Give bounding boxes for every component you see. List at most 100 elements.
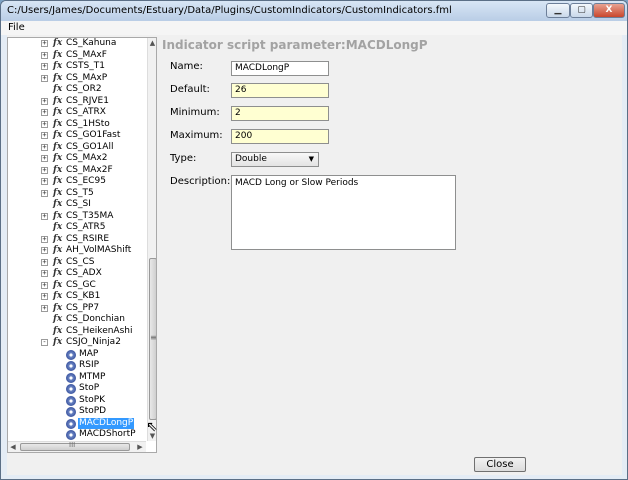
tree-item-label: CS_Kahuna xyxy=(66,38,117,48)
default-field[interactable]: 26 xyxy=(231,83,329,98)
tree-indicator-item[interactable]: + fx CS_GC xyxy=(8,280,146,292)
tree-indicator-item[interactable]: + fx CS_MAx2 xyxy=(8,153,146,165)
tree-indicator-item[interactable]: + fx AH_VolMAShift xyxy=(8,245,146,257)
minimum-field[interactable]: 2 xyxy=(231,106,329,121)
tree-indicator-item[interactable]: + fx CSTS_T1 xyxy=(8,61,146,73)
tree-item-label: CS_OR2 xyxy=(66,84,102,94)
tree-indicator-item[interactable]: + fx CS_PP7 xyxy=(8,303,146,315)
expand-icon[interactable]: + xyxy=(41,51,48,59)
expand-icon[interactable]: + xyxy=(41,247,48,254)
expand-icon[interactable]: + xyxy=(41,155,48,162)
expand-icon[interactable]: + xyxy=(41,212,48,220)
expand-icon[interactable]: + xyxy=(41,40,48,47)
type-select[interactable]: Double ▼ xyxy=(231,152,319,167)
function-icon: fx xyxy=(53,164,63,175)
tree-indicator-item[interactable]: + fx CS_1HSto xyxy=(8,119,146,131)
scroll-left-arrow-icon[interactable]: ◀ xyxy=(8,442,18,452)
tree-item-label: CS_MAx2F xyxy=(66,164,113,175)
function-icon: fx xyxy=(53,187,63,198)
tree-param-item[interactable]: RSIP xyxy=(8,360,146,372)
tree-indicator-item[interactable]: + fx CS_T5 xyxy=(8,188,146,200)
maximize-button[interactable]: ▢ xyxy=(570,3,593,18)
expand-icon[interactable]: + xyxy=(41,74,48,82)
function-icon: fx xyxy=(53,233,63,244)
tree-param-item[interactable]: MAP xyxy=(8,349,146,361)
expand-icon[interactable]: + xyxy=(41,120,48,128)
expand-icon[interactable]: + xyxy=(41,293,48,300)
type-label: Type: xyxy=(170,153,197,164)
function-icon: fx xyxy=(53,38,63,48)
tree-item-label: MAP xyxy=(79,348,99,359)
tree-param-item[interactable]: MACDLongP xyxy=(8,417,146,430)
tree-indicator-item[interactable]: + fx CS_ATRX xyxy=(8,107,146,119)
expand-icon[interactable]: + xyxy=(41,189,48,197)
tree-indicator-item[interactable]: + fx CS_T35MA xyxy=(8,211,146,223)
expand-icon[interactable]: + xyxy=(41,258,48,266)
tree-indicator-item[interactable]: fx CS_SI xyxy=(8,199,146,211)
expand-icon[interactable]: + xyxy=(41,304,48,312)
tree-indicator-item[interactable]: + fx CS_GO1Fast xyxy=(8,130,146,142)
tree-indicator-item[interactable]: + fx CS_Kahuna xyxy=(8,38,146,50)
tree-indicator-item[interactable]: + fx CS_MAx2F xyxy=(8,165,146,177)
description-field[interactable]: MACD Long or Slow Periods xyxy=(231,175,456,250)
tree-indicator-item[interactable]: fx CS_OR2 xyxy=(8,84,146,96)
tree-item-label: CS_T5 xyxy=(66,187,94,198)
close-button[interactable]: Close xyxy=(474,457,526,472)
tree-indicator-item[interactable]: fx CS_ATR5 xyxy=(8,222,146,234)
tree-param-item[interactable]: MTMP xyxy=(8,372,146,384)
title-bar[interactable]: C:/Users/James/Documents/Estuary/Data/Pl… xyxy=(1,1,627,21)
tree-indicator-item[interactable]: + fx CS_RSIRE xyxy=(8,234,146,246)
scroll-right-arrow-icon[interactable]: ▶ xyxy=(135,442,145,452)
tree-indicator-item[interactable]: fx CS_HeikenAshi xyxy=(8,326,146,338)
tree-indicator-item[interactable]: + fx CS_GO1All xyxy=(8,142,146,154)
tree-vertical-scrollbar[interactable]: ▲ ≡ ▼ xyxy=(147,38,156,441)
expand-icon[interactable]: + xyxy=(41,97,48,105)
tree-item-label: CS_KB1 xyxy=(66,291,101,301)
menu-bar: File xyxy=(1,21,627,35)
expand-icon[interactable]: + xyxy=(41,281,48,289)
maximum-label: Maximum: xyxy=(170,130,223,141)
tree-param-item[interactable]: StoPK xyxy=(8,395,146,407)
function-icon: fx xyxy=(53,222,63,232)
collapse-icon[interactable]: - xyxy=(41,339,48,346)
tree-indicator-item[interactable]: + fx CS_CS xyxy=(8,257,146,269)
tree-item-label: CS_CS xyxy=(66,256,95,267)
expand-icon[interactable]: + xyxy=(41,109,48,116)
panel-title: Indicator script parameter:MACDLongP xyxy=(162,38,428,52)
close-window-button[interactable]: X xyxy=(593,3,625,18)
minimize-button[interactable]: ▁ xyxy=(546,3,570,18)
menu-file[interactable]: File xyxy=(8,22,25,33)
expand-icon[interactable]: + xyxy=(41,132,48,139)
maximum-field[interactable]: 200 xyxy=(231,129,329,144)
expand-icon[interactable]: + xyxy=(41,178,48,185)
expand-icon[interactable]: + xyxy=(41,166,48,174)
function-icon: fx xyxy=(53,107,63,117)
vertical-scroll-thumb[interactable]: ≡ xyxy=(149,258,156,420)
parameter-gear-icon xyxy=(66,361,76,371)
indicator-tree[interactable]: + fx CS_Kahuna + fx CS_MAxF + fx CSTS_T1 + fx CS_MA… xyxy=(7,37,157,453)
name-field[interactable]: MACDLongP xyxy=(231,61,329,76)
function-icon: fx xyxy=(53,279,63,290)
tree-indicator-item[interactable]: + fx CS_KB1 xyxy=(8,291,146,303)
tree-item-label: CS_ATRX xyxy=(66,107,106,117)
tree-indicator-item[interactable]: + fx CS_MAxF xyxy=(8,50,146,62)
scroll-up-arrow-icon[interactable]: ▲ xyxy=(148,38,156,48)
expand-icon[interactable]: + xyxy=(41,63,48,70)
expand-icon[interactable]: + xyxy=(41,235,48,243)
tree-horizontal-scrollbar[interactable]: ◀ III ▶ xyxy=(8,441,146,452)
tree-indicator-item[interactable]: + fx CS_MAxP xyxy=(8,73,146,85)
hscroll-grip-icon: III xyxy=(69,441,76,449)
tree-param-item[interactable]: StoPD xyxy=(8,406,146,418)
tree-param-item[interactable]: StoP xyxy=(8,383,146,395)
expand-icon[interactable]: + xyxy=(41,143,48,151)
tree-indicator-item[interactable]: fx CS_Donchian xyxy=(8,314,146,326)
tree-param-item[interactable]: MACDShortP xyxy=(8,429,146,441)
tree-indicator-item[interactable]: + fx CS_EC95 xyxy=(8,176,146,188)
tree-indicator-item[interactable]: + fx CS_RJVE1 xyxy=(8,96,146,108)
horizontal-scroll-thumb[interactable]: III xyxy=(20,441,130,451)
tree-indicator-item[interactable]: + fx CS_ADX xyxy=(8,268,146,280)
tree-item-label: CS_SI xyxy=(66,199,91,209)
tree-indicator-item[interactable]: - fx CSJO_Ninja2 xyxy=(8,337,146,349)
expand-icon[interactable]: + xyxy=(41,270,48,277)
function-icon: fx xyxy=(53,268,63,278)
